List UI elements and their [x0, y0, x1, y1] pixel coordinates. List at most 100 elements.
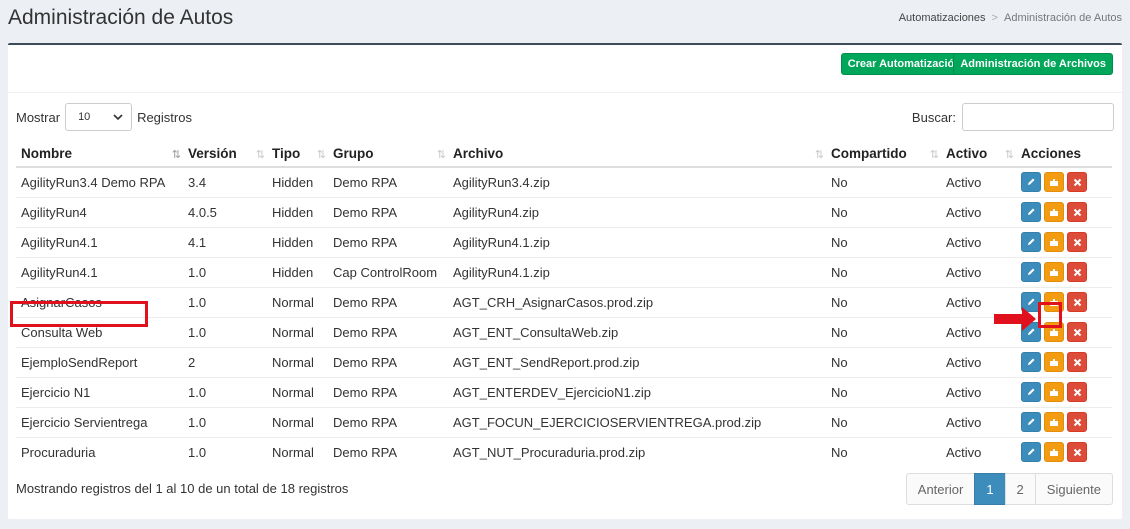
sort-icon: ⇅	[929, 149, 939, 161]
run-button[interactable]	[1044, 412, 1064, 432]
table-cell: AgilityRun3.4.zip	[448, 166, 826, 197]
table-row: AgilityRun4.1 1.0 Hidden Cap ControlRoom Agi…	[16, 256, 1112, 287]
page-button[interactable]: 2	[1004, 473, 1036, 505]
close-icon	[1073, 298, 1082, 307]
edit-button[interactable]	[1021, 412, 1041, 432]
table-cell: Activo	[941, 406, 1016, 437]
table-cell: Normal	[267, 346, 328, 377]
close-icon	[1073, 358, 1082, 367]
delete-button[interactable]	[1067, 202, 1087, 222]
table-cell: AgilityRun3.4 Demo RPA	[16, 166, 183, 197]
table-cell: EjemploSendReport	[16, 346, 183, 377]
pencil-icon	[1026, 237, 1036, 247]
run-button[interactable]	[1044, 232, 1064, 252]
table-cell: Cap ControlRoom	[328, 256, 448, 287]
column-header[interactable]: Archivo ⇅	[448, 141, 826, 168]
run-button[interactable]	[1044, 202, 1064, 222]
run-button[interactable]	[1044, 382, 1064, 402]
page-title: Administración de Autos	[8, 6, 234, 29]
table-cell: Hidden	[267, 256, 328, 287]
create-automation-button[interactable]: Crear Automatización	[840, 53, 968, 75]
column-header[interactable]: Activo ⇅	[941, 141, 1016, 168]
table-row: Consulta Web 1.0 Normal Demo RPA AGT_ENT_Con…	[16, 316, 1112, 347]
edit-button[interactable]	[1021, 382, 1041, 402]
puzzle-icon	[1049, 177, 1060, 187]
run-button[interactable]	[1044, 172, 1064, 193]
table-cell: Normal	[267, 436, 328, 467]
column-header-label: Tipo	[272, 146, 301, 161]
table-cell: No	[826, 196, 941, 227]
column-header[interactable]: Tipo ⇅	[267, 141, 328, 168]
run-button[interactable]	[1044, 442, 1064, 463]
puzzle-icon	[1049, 417, 1060, 427]
automations-table: Nombre ⇅ Versión ⇅ Tipo ⇅ Grupo ⇅ Archivo ⇅ Compar…	[16, 141, 1112, 467]
edit-button[interactable]	[1021, 262, 1041, 282]
column-header-label: Archivo	[453, 146, 504, 161]
run-button[interactable]	[1044, 352, 1064, 372]
table-cell: AGT_ENT_SendReport.prod.zip	[448, 346, 826, 377]
edit-button[interactable]	[1021, 352, 1041, 372]
delete-button[interactable]	[1067, 172, 1087, 193]
table-cell: No	[826, 346, 941, 377]
delete-button[interactable]	[1067, 292, 1087, 312]
table-cell: Normal	[267, 286, 328, 317]
sort-icon: ⇅	[436, 149, 446, 161]
table-cell: No	[826, 406, 941, 437]
length-prefix: Mostrar	[16, 109, 61, 125]
pencil-icon	[1026, 417, 1036, 427]
next-page-button[interactable]: Siguiente	[1034, 473, 1113, 505]
highlight-box-name	[10, 301, 148, 327]
table-cell: Hidden	[267, 166, 328, 197]
delete-button[interactable]	[1067, 262, 1087, 282]
table-header-row: Nombre ⇅ Versión ⇅ Tipo ⇅ Grupo ⇅ Archivo ⇅ Compar…	[16, 141, 1112, 168]
delete-button[interactable]	[1067, 352, 1087, 372]
column-header[interactable]: Grupo ⇅	[328, 141, 448, 168]
table-cell: AgilityRun4.1	[16, 226, 183, 257]
edit-button[interactable]	[1021, 172, 1041, 193]
prev-page-button[interactable]: Anterior	[905, 473, 976, 505]
puzzle-icon	[1049, 387, 1060, 397]
table-cell: Demo RPA	[328, 406, 448, 437]
table-cell: 1.0	[183, 436, 267, 467]
column-header[interactable]: Versión ⇅	[183, 141, 267, 168]
edit-button[interactable]	[1021, 202, 1041, 222]
table-cell: Demo RPA	[328, 226, 448, 257]
delete-button[interactable]	[1067, 232, 1087, 252]
table-cell: 4.0.5	[183, 196, 267, 227]
column-header-label: Grupo	[333, 146, 374, 161]
delete-button[interactable]	[1067, 322, 1087, 342]
breadcrumb-parent[interactable]: Automatizaciones	[899, 12, 986, 24]
edit-button[interactable]	[1021, 232, 1041, 252]
table-cell: 1.0	[183, 286, 267, 317]
table-cell: Demo RPA	[328, 286, 448, 317]
table-cell: Activo	[941, 256, 1016, 287]
table-cell: No	[826, 376, 941, 407]
puzzle-icon	[1049, 327, 1060, 337]
file-admin-button[interactable]: Administración de Archivos	[953, 53, 1113, 75]
search-input[interactable]	[962, 103, 1114, 131]
length-select[interactable]: 10	[65, 103, 133, 131]
actions-cell	[1016, 376, 1112, 407]
table-info: Mostrando registros del 1 al 10 de un to…	[16, 481, 349, 496]
delete-button[interactable]	[1067, 442, 1087, 463]
column-header[interactable]: Compartido ⇅	[826, 141, 941, 168]
table-cell: No	[826, 166, 941, 197]
table-cell: Demo RPA	[328, 166, 448, 197]
actions-cell	[1016, 196, 1112, 227]
column-header[interactable]: Nombre ⇅	[16, 141, 183, 168]
table-cell: Activo	[941, 346, 1016, 377]
delete-button[interactable]	[1067, 412, 1087, 432]
edit-button[interactable]	[1021, 442, 1041, 463]
column-header-label: Compartido	[831, 146, 907, 161]
search-label: Buscar:	[911, 109, 956, 125]
puzzle-icon	[1049, 447, 1060, 457]
table-cell: AgilityRun4.1.zip	[448, 256, 826, 287]
breadcrumb-current: Administración de Autos	[1003, 12, 1122, 24]
table-cell: AgilityRun4	[16, 196, 183, 227]
delete-button[interactable]	[1067, 382, 1087, 402]
table-cell: No	[826, 436, 941, 467]
actions-cell	[1016, 166, 1112, 197]
run-button[interactable]	[1044, 262, 1064, 282]
actions-cell	[1016, 256, 1112, 287]
page-button[interactable]: 1	[974, 473, 1006, 505]
